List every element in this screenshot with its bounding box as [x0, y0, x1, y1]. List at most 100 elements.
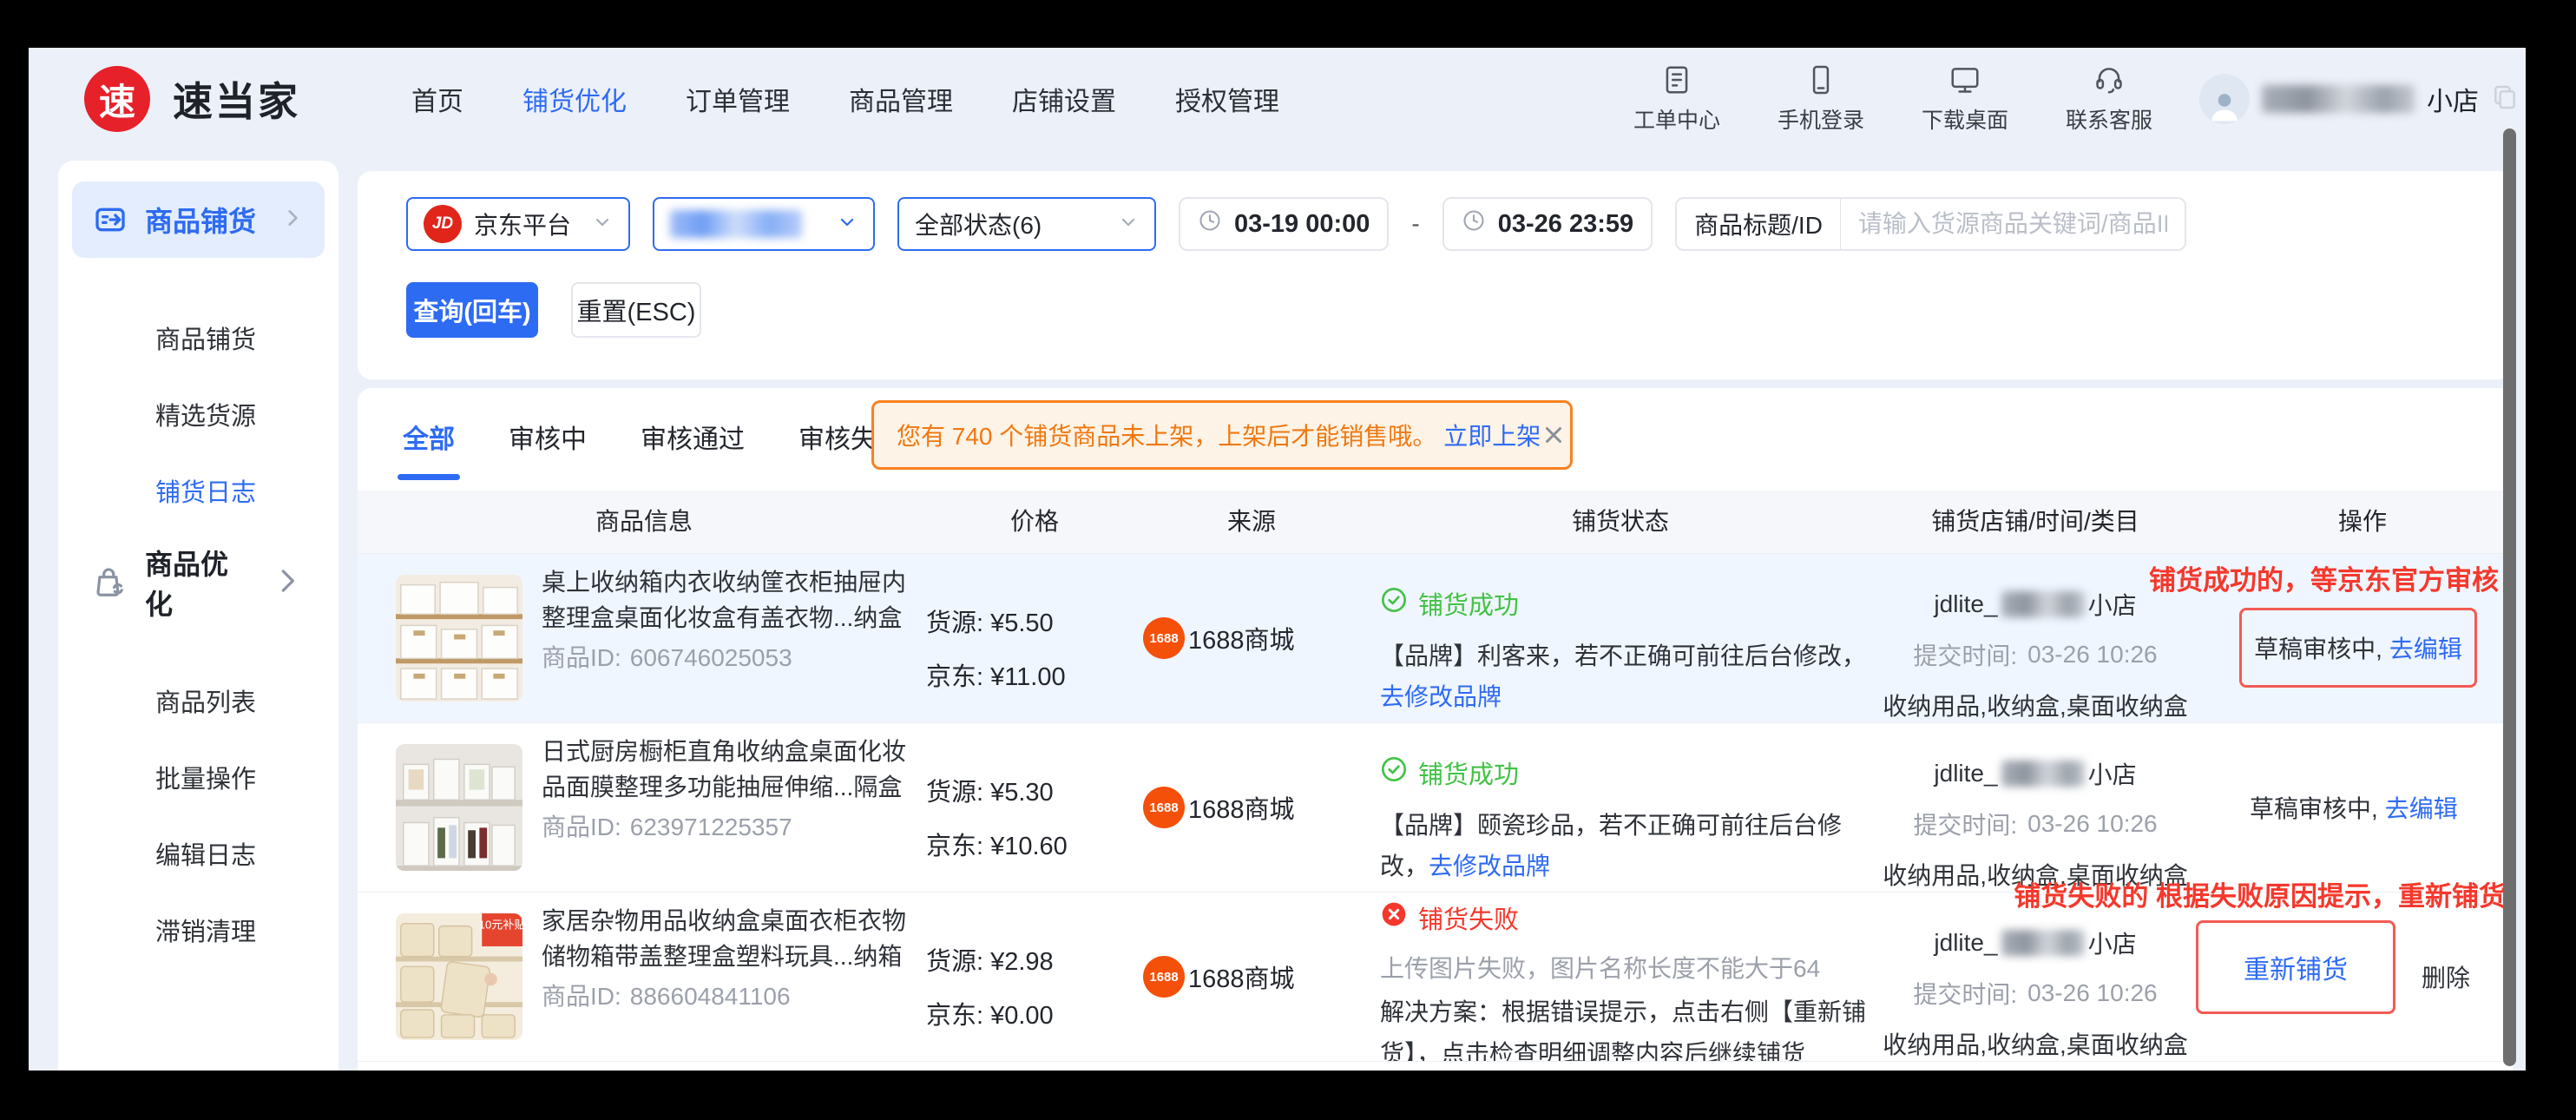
annotation-box-draft-review: 草稿审核中, 去编辑	[2239, 608, 2477, 688]
filter-row: JD 京东平台 全部状态(6) 03-19 00:00 - 03-26 23:5…	[406, 197, 2186, 251]
status-select[interactable]: 全部状态(6)	[897, 197, 1156, 251]
column-header-product: 商品信息	[470, 491, 818, 553]
status-text: 铺货成功	[1418, 585, 1519, 622]
monitor-icon	[1948, 63, 1981, 96]
submit-time: 03-26 10:26	[2027, 810, 2157, 838]
product-id: 886604841106	[630, 983, 791, 1010]
price-jd-value: ¥10.60	[990, 833, 1068, 860]
nav-item-home[interactable]: 首页	[411, 80, 463, 118]
nav-item-listing-optimize[interactable]: 铺货优化	[522, 80, 627, 118]
product-id-label: 商品ID:	[542, 983, 621, 1010]
vertical-scrollbar[interactable]	[2503, 128, 2516, 1066]
price-cell: 货源:¥5.30 京东:¥10.60	[926, 772, 1152, 880]
edit-brand-link[interactable]: 去修改品牌	[1380, 683, 1502, 710]
delete-link[interactable]: 删除	[2422, 893, 2470, 1061]
sidebar-item-product-list[interactable]: 商品列表	[58, 662, 338, 739]
chevron-down-icon	[837, 212, 858, 237]
date-end-value: 03-26 23:59	[1498, 210, 1633, 239]
date-end-picker[interactable]: 03-26 23:59	[1442, 197, 1653, 251]
phone-login-button[interactable]: 手机登录	[1778, 63, 1864, 135]
column-header-price: 价格	[926, 491, 1143, 553]
column-header-actions: 操作	[2232, 491, 2493, 553]
price-jd-label: 京东:	[926, 1002, 983, 1030]
clock-icon	[1198, 208, 1222, 240]
shop-name-prefix: jdlite_	[1934, 760, 1997, 787]
column-header-status: 铺货状态	[1377, 491, 1863, 553]
category: 收纳用品,收纳盒,桌面收纳盒	[1862, 688, 2209, 722]
keyword-input[interactable]	[1841, 197, 2186, 251]
chevron-down-icon	[1118, 212, 1139, 237]
price-source-label: 货源:	[926, 609, 983, 637]
list-now-link[interactable]: 立即上架	[1443, 418, 1541, 452]
sidebar-item-slow-sales-cleanup[interactable]: 滞销清理	[58, 892, 338, 968]
headset-icon	[2093, 63, 2126, 96]
price-source-value: ¥2.98	[990, 948, 1054, 976]
header-quick-actions: 工单中心 手机登录 下载桌面 联系客服	[1633, 63, 2152, 135]
source-cell: 1688 1688商城	[1143, 554, 1395, 722]
search-button[interactable]: 查询(回车)	[406, 282, 538, 338]
jd-badge: JD	[424, 205, 462, 243]
go-edit-link[interactable]: 去编辑	[2389, 630, 2462, 665]
status-tabs: 全部 审核中 审核通过 审核失败	[403, 418, 903, 456]
filter-panel: JD 京东平台 全部状态(6) 03-19 00:00 - 03-26 23:5…	[358, 171, 2513, 379]
date-start-picker[interactable]: 03-19 00:00	[1179, 197, 1389, 251]
nav-item-shop-settings[interactable]: 店铺设置	[1012, 80, 1116, 118]
bag-sync-icon	[93, 566, 126, 599]
ticket-center-button[interactable]: 工单中心	[1633, 63, 1720, 135]
source-label: 1688商城	[1188, 789, 1295, 826]
edit-brand-link[interactable]: 去修改品牌	[1429, 853, 1550, 880]
status-select-value: 全部状态(6)	[915, 207, 1042, 241]
source-label: 1688商城	[1188, 620, 1295, 656]
close-icon[interactable]	[1541, 422, 1567, 448]
product-image: 10元补贴	[396, 913, 522, 1040]
category: 收纳用品,收纳盒,桌面收纳盒	[1862, 1026, 2209, 1061]
sidebar-item-product-listing[interactable]: 商品铺货	[58, 300, 338, 376]
sidebar-item-selected-sources[interactable]: 精选货源	[58, 376, 338, 452]
submit-time: 03-26 10:26	[2027, 979, 2157, 1007]
price-jd-value: ¥0.00	[990, 1002, 1054, 1030]
sidebar-item-listing-log[interactable]: 铺货日志	[58, 452, 338, 529]
date-start-value: 03-19 00:00	[1234, 210, 1370, 239]
keyword-label: 商品标题/ID	[1675, 197, 1841, 251]
download-desktop-button[interactable]: 下载桌面	[1922, 63, 2008, 135]
shop-name-suffix: 小店	[2088, 926, 2137, 960]
nav-item-products[interactable]: 商品管理	[849, 80, 953, 118]
product-title: 桌上收纳箱内衣收纳筐衣柜抽屉内整理盒桌面化妆盒有盖衣物...纳盒	[542, 564, 910, 636]
success-check-icon	[1380, 755, 1408, 790]
platform-select[interactable]: JD 京东平台	[406, 197, 630, 251]
quick-label: 联系客服	[2066, 103, 2152, 135]
sidebar-group-product-optimize[interactable]: 商品优化	[58, 544, 338, 621]
platform-select-value: 京东平台	[474, 207, 571, 241]
chevron-right-icon	[271, 564, 304, 602]
contact-support-button[interactable]: 联系客服	[2066, 63, 2152, 135]
top-header: 速 速当家 首页 铺货优化 订单管理 商品管理 店铺设置 授权管理 工单中心 手…	[29, 48, 2526, 150]
source-label: 1688商城	[1188, 959, 1295, 995]
product-image	[396, 744, 522, 871]
sidebar-item-edit-log[interactable]: 编辑日志	[58, 815, 338, 892]
app-window: 速 速当家 首页 铺货优化 订单管理 商品管理 店铺设置 授权管理 工单中心 手…	[29, 48, 2526, 1071]
tab-in-review[interactable]: 审核中	[509, 418, 587, 456]
sidebar-group-product-listing[interactable]: 商品铺货	[72, 181, 325, 258]
sidebar-item-batch-ops[interactable]: 批量操作	[58, 739, 338, 815]
alert-text: 您有 740 个铺货商品未上架，上架后才能销售哦。	[897, 418, 1436, 452]
reset-button[interactable]: 重置(ESC)	[571, 282, 701, 338]
main-nav: 首页 铺货优化 订单管理 商品管理 店铺设置 授权管理	[411, 80, 1279, 118]
nav-item-orders[interactable]: 订单管理	[686, 80, 790, 118]
account-menu[interactable]: 小店	[2199, 74, 2519, 124]
app-logo[interactable]: 速 速当家	[84, 66, 300, 132]
ticket-icon	[1660, 63, 1693, 96]
copy-icon[interactable]	[2491, 83, 2519, 115]
go-edit-link[interactable]: 去编辑	[2385, 790, 2458, 825]
phone-icon	[1804, 63, 1837, 96]
tab-review-passed[interactable]: 审核通过	[641, 418, 745, 456]
product-title: 家居杂物用品收纳盒桌面衣柜衣物储物箱带盖整理盒塑料玩具...纳箱	[542, 903, 910, 974]
sidebar-group-label: 商品优化	[145, 543, 252, 623]
image-tag: 10元补贴	[479, 919, 522, 932]
product-id-label: 商品ID:	[542, 644, 621, 671]
store-select[interactable]	[653, 197, 875, 251]
shop-name-prefix: jdlite_	[1934, 929, 1997, 957]
relist-link[interactable]: 重新铺货	[2244, 948, 2348, 986]
tab-all[interactable]: 全部	[403, 418, 455, 456]
product-id: 623971225357	[630, 814, 792, 840]
nav-item-auth[interactable]: 授权管理	[1175, 80, 1279, 118]
